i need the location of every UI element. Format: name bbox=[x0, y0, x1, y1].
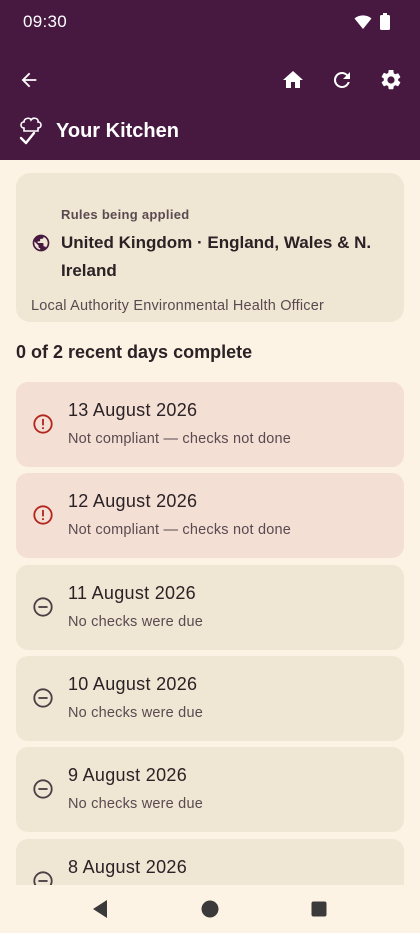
arrow-back-icon bbox=[21, 72, 37, 88]
status-time: 09:30 bbox=[23, 12, 68, 31]
day-date: 11 August 2026 bbox=[68, 583, 196, 603]
back-button[interactable] bbox=[9, 60, 49, 100]
home-icon bbox=[283, 71, 303, 88]
app-bar-actions bbox=[0, 60, 420, 100]
minus-circle-icon bbox=[33, 779, 53, 799]
nav-recents-icon bbox=[311, 901, 327, 917]
refresh-button[interactable] bbox=[322, 60, 362, 100]
system-recents-button[interactable] bbox=[299, 889, 339, 929]
main-content[interactable]: Rules being applied United Kingdom · Eng… bbox=[0, 160, 420, 885]
day-status-note: Not compliant — checks not done bbox=[68, 522, 292, 538]
system-back-button[interactable] bbox=[80, 889, 120, 929]
app-header: 09:30 Your Kitchen bbox=[0, 0, 420, 160]
refresh-icon bbox=[333, 71, 350, 88]
day-card[interactable]: 10 August 2026 No checks were due bbox=[16, 656, 404, 741]
alert-circle-icon bbox=[33, 505, 53, 525]
day-status-note: No checks were due bbox=[68, 705, 203, 721]
system-home-button[interactable] bbox=[190, 889, 230, 929]
minus-circle-icon bbox=[33, 597, 53, 617]
minus-circle-icon bbox=[33, 871, 53, 885]
minus-circle-icon bbox=[33, 688, 53, 708]
page-title: Your Kitchen bbox=[56, 119, 179, 142]
day-card[interactable]: 11 August 2026 No checks were due bbox=[16, 565, 404, 650]
rules-country: United Kingdom · England, Wales & N. Ire… bbox=[61, 233, 372, 280]
rules-card: Rules being applied United Kingdom · Eng… bbox=[16, 173, 404, 322]
rules-caption: Rules being applied bbox=[61, 207, 190, 222]
completion-summary: 0 of 2 recent days complete bbox=[16, 342, 253, 362]
day-status-note: No checks were due bbox=[68, 614, 203, 630]
settings-button[interactable] bbox=[371, 60, 411, 100]
day-date: 13 August 2026 bbox=[68, 400, 198, 420]
day-card[interactable]: 13 August 2026 Not compliant — checks no… bbox=[16, 382, 404, 467]
day-status-note: No checks were due bbox=[68, 796, 203, 812]
alert-circle-icon bbox=[33, 414, 53, 434]
day-status-note: Not compliant — checks not done bbox=[68, 431, 292, 447]
day-date: 10 August 2026 bbox=[68, 674, 198, 694]
day-date: 8 August 2026 bbox=[68, 857, 188, 877]
chef-hat-check-icon bbox=[19, 117, 42, 145]
day-card[interactable]: 8 August 2026 bbox=[16, 839, 404, 885]
wifi-icon bbox=[354, 14, 372, 35]
gear-icon bbox=[381, 69, 401, 90]
rules-officer: Local Authority Environmental Health Off… bbox=[31, 298, 325, 314]
status-bar: 09:30 bbox=[0, 0, 420, 44]
day-card[interactable]: 9 August 2026 No checks were due bbox=[16, 747, 404, 832]
globe-icon bbox=[32, 234, 50, 252]
home-button[interactable] bbox=[273, 60, 313, 100]
nav-home-icon bbox=[201, 900, 219, 918]
day-date: 12 August 2026 bbox=[68, 491, 198, 511]
system-navigation-bar bbox=[0, 885, 420, 933]
day-card[interactable]: 12 August 2026 Not compliant — checks no… bbox=[16, 473, 404, 558]
battery-icon bbox=[380, 13, 390, 35]
day-date: 9 August 2026 bbox=[68, 765, 188, 785]
nav-back-icon bbox=[93, 900, 107, 918]
